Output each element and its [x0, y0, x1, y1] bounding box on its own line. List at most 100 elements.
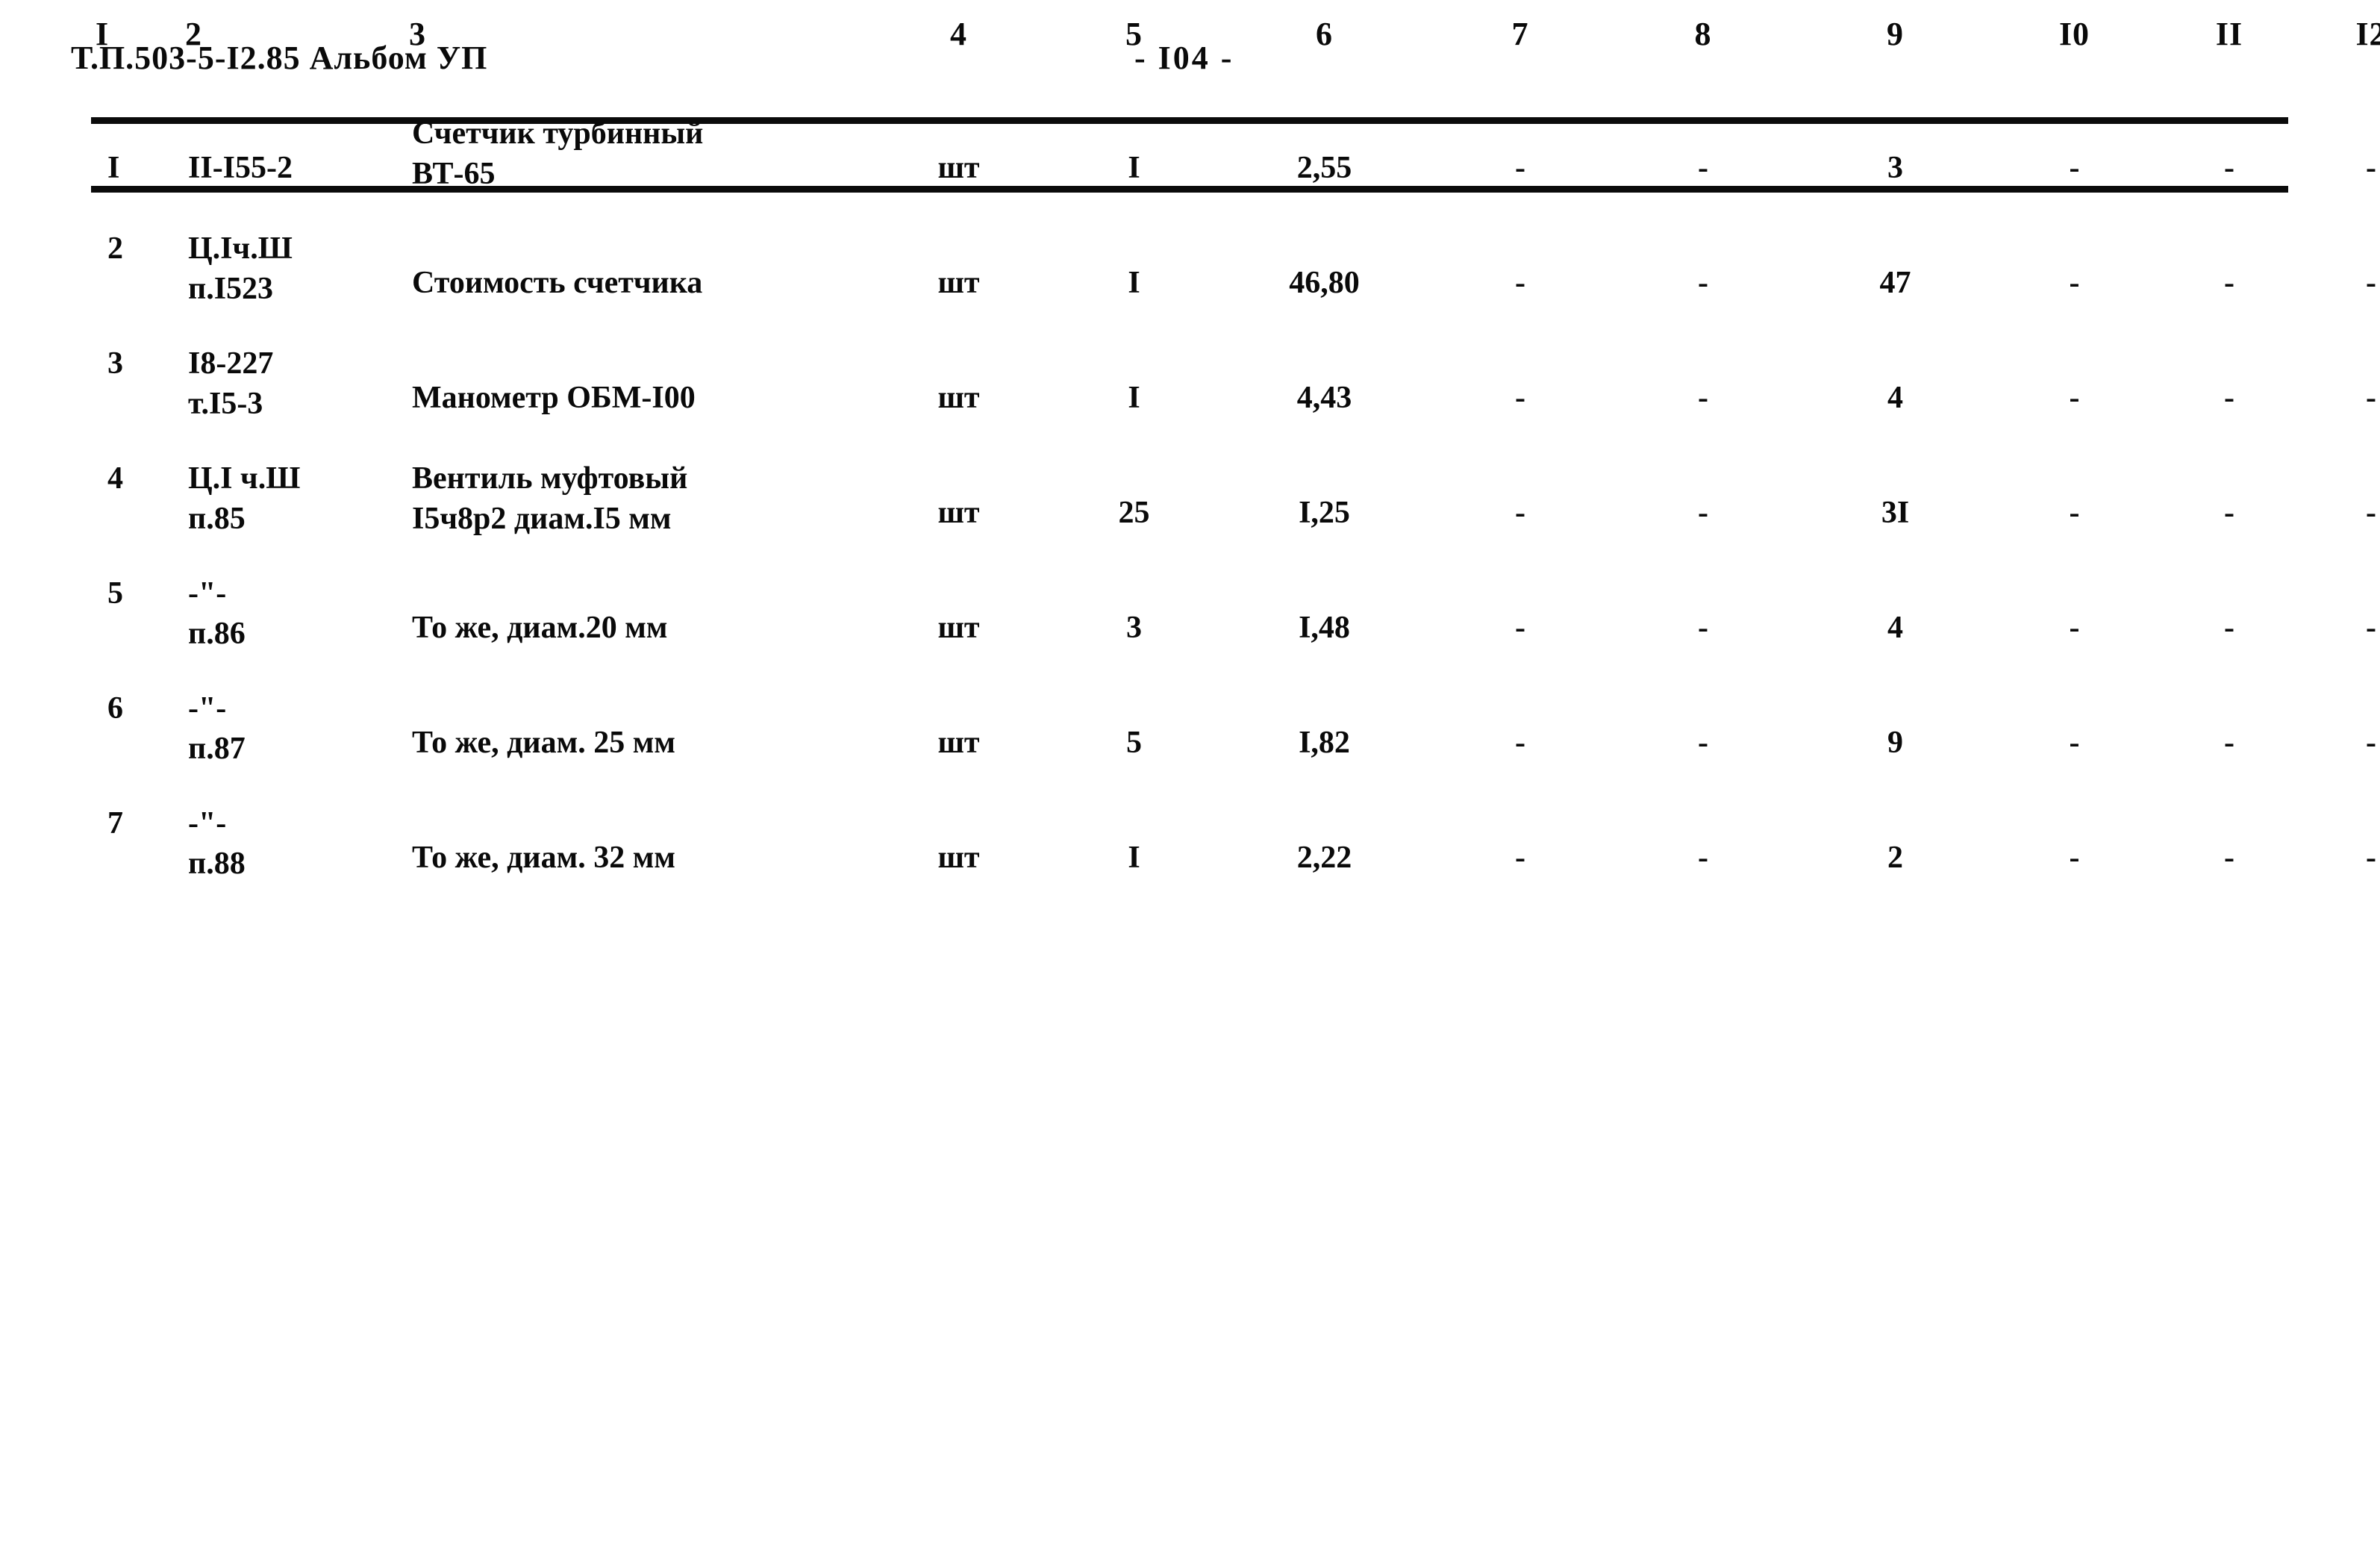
reference-code-line-1: -"- [188, 576, 227, 611]
row-number: 7 [107, 806, 123, 841]
column-header-row: I 2 3 4 5 6 7 8 9 I0 II I2 [91, 0, 2380, 69]
row-value-7: - [1515, 266, 1525, 300]
row-number: I [107, 151, 120, 185]
row-value-9: 4 [1887, 381, 1903, 415]
row-value-11: - [2224, 381, 2234, 415]
row-number: 6 [107, 691, 123, 726]
row-number: 4 [107, 461, 123, 496]
row-number: 5 [107, 576, 123, 611]
reference-code-line-1: Ц.Iч.Ш [188, 231, 293, 266]
row-number: 3 [107, 346, 123, 381]
reference-code-line-1: Ц.I ч.Ш [188, 461, 301, 496]
row-quantity: I [1128, 841, 1140, 875]
row-unit-price: 46,80 [1289, 266, 1360, 300]
table-body: I II-I55-2 Счетчик турбинный ВТ-65 шт I 2,55 - -… [91, 69, 2380, 887]
row-reference-code: -"- п.88 [181, 803, 405, 887]
row-value-7: - [1515, 151, 1525, 185]
row-value-9: 9 [1887, 726, 1903, 760]
column-header-5: 5 [1125, 16, 1143, 52]
table-row: 4 Ц.I ч.Ш п.85 Вентиль муфтовый I5ч8р2 диам.… [91, 458, 2380, 542]
reference-code-line-2: п.85 [188, 502, 246, 536]
description-line-2: То же, диам.20 мм [412, 611, 668, 645]
description-line-2: ВТ-65 [412, 157, 496, 191]
row-unit: шт [937, 151, 980, 185]
row-value-11: - [2224, 496, 2234, 530]
column-header-10: I0 [2058, 16, 2090, 52]
row-reference-code: -"- п.87 [181, 688, 405, 772]
row-value-7: - [1515, 496, 1525, 530]
row-unit: шт [937, 496, 980, 530]
reference-code-line-1: II-I55-2 [188, 151, 293, 185]
row-reference-code: Ц.I ч.Ш п.85 [181, 458, 405, 542]
reference-code-line-2: п.86 [188, 617, 246, 651]
description-line-2: I5ч8р2 диам.I5 мм [412, 502, 672, 536]
row-reference-code: Ц.Iч.Ш п.I523 [181, 228, 405, 312]
document-page: Т.П.503-5-I2.85 Альбом УП - I04 - I 2 3 … [0, 0, 2380, 1543]
row-value-8: - [1698, 496, 1708, 530]
row-value-10: - [2069, 841, 2080, 875]
row-value-11: - [2224, 151, 2234, 185]
row-reference-code: -"- п.86 [181, 573, 405, 657]
row-quantity: I [1128, 266, 1140, 300]
row-value-12: - [2366, 726, 2376, 760]
row-reference-code: II-I55-2 [181, 148, 405, 231]
row-value-9: 3 [1887, 151, 1903, 185]
row-value-12: - [2366, 381, 2376, 415]
row-value-9: 2 [1887, 841, 1903, 875]
row-value-10: - [2069, 726, 2080, 760]
row-description: Стоимость счетчика [405, 263, 867, 346]
table-row: 6 -"- п.87 То же, диам. 25 мм шт 5 I,82 - - 9 - - - [91, 688, 2380, 772]
row-quantity: 3 [1126, 611, 1142, 645]
row-value-11: - [2224, 266, 2234, 300]
row-unit: шт [937, 266, 980, 300]
reference-code-line-1: -"- [188, 806, 227, 841]
column-header-3: 3 [409, 16, 426, 52]
row-value-8: - [1698, 266, 1708, 300]
description-line-2: То же, диам. 25 мм [412, 726, 675, 760]
row-value-9: 47 [1879, 266, 1911, 300]
column-header-6: 6 [1316, 16, 1333, 52]
row-unit: шт [937, 726, 980, 760]
row-value-12: - [2366, 266, 2376, 300]
row-description: Вентиль муфтовый I5ч8р2 диам.I5 мм [405, 458, 867, 542]
row-value-7: - [1515, 381, 1525, 415]
table-row: 2 Ц.Iч.Ш п.I523 Стоимость счетчика шт I 46,80 -… [91, 228, 2380, 312]
row-unit: шт [937, 381, 980, 415]
reference-code-line-1: I8-227 [188, 346, 274, 381]
reference-code-line-2: п.87 [188, 732, 246, 766]
row-reference-code: I8-227 т.I5-3 [181, 343, 405, 427]
row-unit-price: 2,55 [1296, 151, 1352, 185]
table-row: I II-I55-2 Счетчик турбинный ВТ-65 шт I 2,55 - -… [91, 113, 2380, 197]
row-unit-price: 2,22 [1296, 841, 1352, 875]
table-spacer-row [91, 69, 2380, 113]
row-value-8: - [1698, 611, 1708, 645]
row-description: То же, диам. 32 мм [405, 838, 867, 921]
row-quantity: I [1128, 151, 1140, 185]
row-value-7: - [1515, 611, 1525, 645]
row-value-9: 4 [1887, 611, 1903, 645]
column-header-9: 9 [1887, 16, 1904, 52]
row-value-11: - [2224, 726, 2234, 760]
row-value-8: - [1698, 151, 1708, 185]
row-value-12: - [2366, 151, 2376, 185]
table-row: 3 I8-227 т.I5-3 Манометр ОБМ-I00 шт I 4,43 - - 4 -… [91, 343, 2380, 427]
reference-code-line-1: -"- [188, 691, 227, 726]
row-description: Манометр ОБМ-I00 [405, 378, 867, 461]
column-header-12: I2 [2355, 16, 2380, 52]
row-unit-price: 4,43 [1296, 381, 1352, 415]
row-value-7: - [1515, 841, 1525, 875]
row-value-8: - [1698, 381, 1708, 415]
table-row: 7 -"- п.88 То же, диам. 32 мм шт I 2,22 - - 2 - - - [91, 803, 2380, 887]
specification-table: I 2 3 4 5 6 7 8 9 I0 II I2 I II-I55-2 Счет… [91, 0, 2380, 887]
row-value-12: - [2366, 611, 2376, 645]
row-value-10: - [2069, 151, 2080, 185]
column-header-1: I [96, 16, 110, 52]
row-value-10: - [2069, 266, 2080, 300]
description-line-1: Вентиль муфтовый [412, 461, 688, 496]
row-value-8: - [1698, 841, 1708, 875]
column-header-7: 7 [1511, 16, 1529, 52]
row-description: Счетчик турбинный ВТ-65 [405, 113, 867, 197]
row-unit-price: I,25 [1299, 496, 1350, 530]
row-quantity: 25 [1118, 496, 1150, 530]
description-line-1: Счетчик турбинный [412, 116, 704, 151]
